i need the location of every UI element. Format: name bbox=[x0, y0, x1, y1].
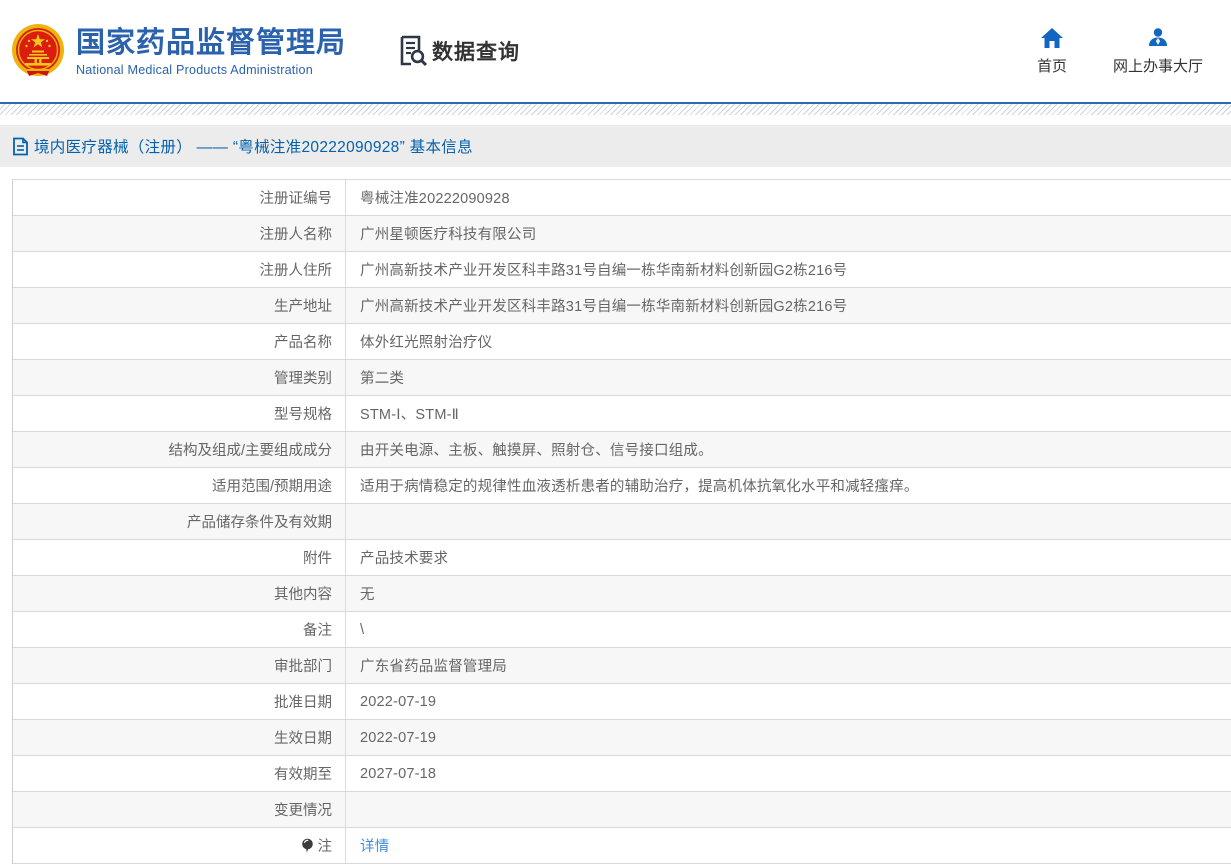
row-value: \ bbox=[360, 621, 365, 638]
table-row: 产品储存条件及有效期 bbox=[13, 504, 1231, 540]
row-label: 其他内容 bbox=[13, 576, 346, 611]
row-label: 批准日期 bbox=[13, 684, 346, 719]
table-row: 生效日期 2022-07-19 bbox=[13, 720, 1231, 756]
row-label: 备注 bbox=[13, 612, 346, 647]
page-title: 境内医疗器械（注册） —— “粤械注准20222090928” 基本信息 bbox=[34, 139, 473, 156]
spacer bbox=[0, 167, 1231, 179]
row-value: 由开关电源、主板、触摸屏、照射仓、信号接口组成。 bbox=[360, 443, 713, 459]
row-label: 产品储存条件及有效期 bbox=[13, 504, 346, 539]
org-name-en: National Medical Products Administration bbox=[76, 62, 313, 77]
table-row: 管理类别 第二类 bbox=[13, 360, 1231, 396]
data-query-label: 数据查询 bbox=[432, 41, 521, 64]
page-header: 国家药品监督管理局 National Medical Products Admi… bbox=[0, 0, 1231, 102]
note-balloon-icon bbox=[301, 838, 314, 854]
row-label: 注册证编号 bbox=[13, 180, 346, 215]
top-nav: 首页 网上办事大厅 bbox=[1037, 27, 1203, 76]
row-label: 产品名称 bbox=[13, 324, 346, 359]
row-label: 注册人名称 bbox=[13, 216, 346, 251]
table-row: 型号规格 STM-Ⅰ、STM-Ⅱ bbox=[13, 396, 1231, 432]
row-label: 生产地址 bbox=[13, 288, 346, 323]
row-value: 产品技术要求 bbox=[360, 551, 449, 567]
hatched-strip bbox=[0, 104, 1231, 115]
row-label: 变更情况 bbox=[13, 792, 346, 827]
row-value: 体外红光照射治疗仪 bbox=[360, 335, 493, 351]
table-row: 注册人住所 广州高新技术产业开发区科丰路31号自编一栋华南新材料创新园G2栋216… bbox=[13, 252, 1231, 288]
home-icon bbox=[1040, 27, 1064, 49]
row-label: 型号规格 bbox=[13, 396, 346, 431]
row-value: 2022-07-19 bbox=[360, 729, 437, 746]
row-label: 管理类别 bbox=[13, 360, 346, 395]
row-value: 无 bbox=[360, 587, 375, 603]
row-value: STM-Ⅰ、STM-Ⅱ bbox=[360, 407, 459, 423]
row-label: 审批部门 bbox=[13, 648, 346, 683]
table-row: 产品名称 体外红光照射治疗仪 bbox=[13, 324, 1231, 360]
row-value: 2022-07-19 bbox=[360, 693, 437, 710]
table-row: 有效期至 2027-07-18 bbox=[13, 756, 1231, 792]
nav-service-hall-label: 网上办事大厅 bbox=[1112, 57, 1203, 75]
nav-item-service-hall[interactable]: 网上办事大厅 bbox=[1113, 27, 1203, 76]
row-value: 适用于病情稳定的规律性血液透析患者的辅助治疗，提高机体抗氧化水平和减轻瘙痒。 bbox=[360, 479, 919, 495]
table-row: 其他内容无 bbox=[13, 576, 1231, 612]
row-value: 广州高新技术产业开发区科丰路31号自编一栋华南新材料创新园G2栋216号 bbox=[360, 263, 848, 279]
row-value: 粤械注准20222090928 bbox=[360, 191, 510, 207]
nav-item-home[interactable]: 首页 bbox=[1037, 27, 1067, 76]
note-label: 注 bbox=[317, 839, 333, 855]
row-label: 注册人住所 bbox=[13, 252, 346, 287]
row-label: 生效日期 bbox=[13, 720, 346, 755]
nav-home-label: 首页 bbox=[1036, 57, 1067, 75]
row-value: 广东省药品监督管理局 bbox=[360, 659, 507, 675]
table-row: 结构及组成/主要组成成分 由开关电源、主板、触摸屏、照射仓、信号接口组成。 bbox=[13, 432, 1231, 468]
user-icon bbox=[1146, 27, 1170, 49]
page-doc-icon bbox=[12, 137, 29, 156]
row-value: 广州高新技术产业开发区科丰路31号自编一栋华南新材料创新园G2栋216号 bbox=[360, 299, 848, 315]
table-row: 批准日期 2022-07-19 bbox=[13, 684, 1231, 720]
data-query-section[interactable]: 数据查询 bbox=[398, 34, 520, 68]
registration-info-table: 注册证编号 粤械注准20222090928 注册人名称 广州星顿医疗科技有限公司 注… bbox=[12, 179, 1231, 864]
table-row: 注册人名称 广州星顿医疗科技有限公司 bbox=[13, 216, 1231, 252]
table-row-note: 注 详情 bbox=[13, 828, 1231, 864]
table-row: 变更情况 bbox=[13, 792, 1231, 828]
table-row: 审批部门 广东省药品监督管理局 bbox=[13, 648, 1231, 684]
org-name-zh: 国家药品监督管理局 bbox=[76, 26, 347, 59]
row-value bbox=[346, 792, 1231, 827]
detail-link[interactable]: 详情 bbox=[360, 835, 389, 856]
row-value bbox=[346, 504, 1231, 539]
row-value: 广州星顿医疗科技有限公司 bbox=[360, 227, 537, 243]
document-search-icon bbox=[398, 34, 428, 68]
table-row: 适用范围/预期用途 适用于病情稳定的规律性血液透析患者的辅助治疗，提高机体抗氧化水… bbox=[13, 468, 1231, 504]
table-row: 注册证编号 粤械注准20222090928 bbox=[13, 180, 1231, 216]
row-label: 有效期至 bbox=[13, 756, 346, 791]
breadcrumb: 境内医疗器械（注册） —— “粤械注准20222090928” 基本信息 bbox=[0, 125, 1231, 167]
row-label: 结构及组成/主要组成成分 bbox=[13, 432, 346, 467]
row-value: 2027-07-18 bbox=[360, 765, 437, 782]
table-row: 备注 \ bbox=[13, 612, 1231, 648]
row-value: 第二类 bbox=[360, 371, 405, 387]
row-label: 适用范围/预期用途 bbox=[13, 468, 346, 503]
table-row: 附件 产品技术要求 bbox=[13, 540, 1231, 576]
spacer bbox=[0, 115, 1231, 125]
national-emblem-logo bbox=[10, 23, 66, 79]
row-label: 附件 bbox=[13, 540, 346, 575]
table-row: 生产地址 广州高新技术产业开发区科丰路31号自编一栋华南新材料创新园G2栋216号 bbox=[13, 288, 1231, 324]
org-name-block: 国家药品监督管理局 National Medical Products Admi… bbox=[76, 26, 346, 77]
